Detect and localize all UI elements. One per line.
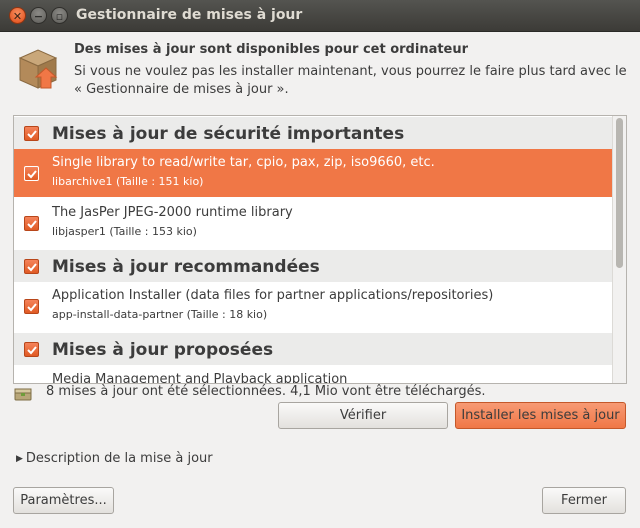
category-recommended-checkbox[interactable] [24, 259, 39, 274]
install-updates-button[interactable]: Installer les mises à jour [455, 402, 626, 429]
status-text: 8 mises à jour ont été sélectionnées. 4,… [46, 384, 486, 399]
title-bar: ✕ − ▫ Gestionnaire de mises à jour [0, 0, 640, 32]
update-title: Single library to read/write tar, cpio, … [52, 155, 435, 170]
update-title: The JasPer JPEG-2000 runtime library [52, 205, 293, 220]
category-label: Mises à jour de sécurité importantes [52, 124, 405, 144]
update-checkbox[interactable] [24, 166, 39, 181]
updates-list[interactable]: Mises à jour de sécurité importantes Sin… [13, 115, 627, 384]
update-checkbox[interactable] [24, 299, 39, 314]
settings-button[interactable]: Paramètres... [13, 487, 114, 514]
expander-arrow-icon: ▶ [16, 454, 23, 464]
minimize-window-icon[interactable]: − [30, 7, 47, 24]
update-item-media-management[interactable]: Media Management and Playback applicatio… [14, 366, 612, 384]
category-proposed-checkbox[interactable] [24, 342, 39, 357]
close-window-icon[interactable]: ✕ [9, 7, 26, 24]
update-title: Application Installer (data files for pa… [52, 288, 494, 303]
list-scrollbar[interactable] [612, 116, 626, 383]
close-button[interactable]: Fermer [542, 487, 626, 514]
description-expander-label: Description de la mise à jour [25, 451, 213, 466]
category-label: Mises à jour recommandées [52, 257, 320, 277]
update-detail: libjasper1 (Taille : 153 kio) [52, 225, 197, 238]
update-item-app-install-data-partner[interactable]: Application Installer (data files for pa… [14, 282, 612, 330]
update-checkbox[interactable] [24, 216, 39, 231]
header-description: Si vous ne voulez pas les installer main… [74, 64, 627, 97]
description-expander[interactable]: ▶ Description de la mise à jour [16, 451, 213, 466]
download-package-icon [14, 388, 32, 401]
category-proposed[interactable]: Mises à jour proposées [14, 333, 612, 365]
category-label: Mises à jour proposées [52, 340, 274, 360]
category-security-checkbox[interactable] [24, 126, 39, 141]
update-detail: libarchive1 (Taille : 151 kio) [52, 175, 204, 188]
update-title: Media Management and Playback applicatio… [52, 372, 348, 384]
package-upgrade-icon [18, 49, 58, 89]
verify-button[interactable]: Vérifier [278, 402, 448, 429]
maximize-window-icon[interactable]: ▫ [51, 7, 68, 24]
category-recommended[interactable]: Mises à jour recommandées [14, 250, 612, 282]
update-item-libjasper1[interactable]: The JasPer JPEG-2000 runtime library lib… [14, 199, 612, 247]
category-security[interactable]: Mises à jour de sécurité importantes [14, 117, 612, 149]
update-checkbox[interactable] [24, 383, 39, 384]
scrollbar-thumb[interactable] [616, 118, 623, 268]
update-detail: app-install-data-partner (Taille : 18 ki… [52, 308, 268, 321]
update-item-libarchive1[interactable]: Single library to read/write tar, cpio, … [14, 149, 612, 197]
header-title: Des mises à jour sont disponibles pour c… [74, 42, 469, 57]
window-title: Gestionnaire de mises à jour [76, 7, 303, 23]
